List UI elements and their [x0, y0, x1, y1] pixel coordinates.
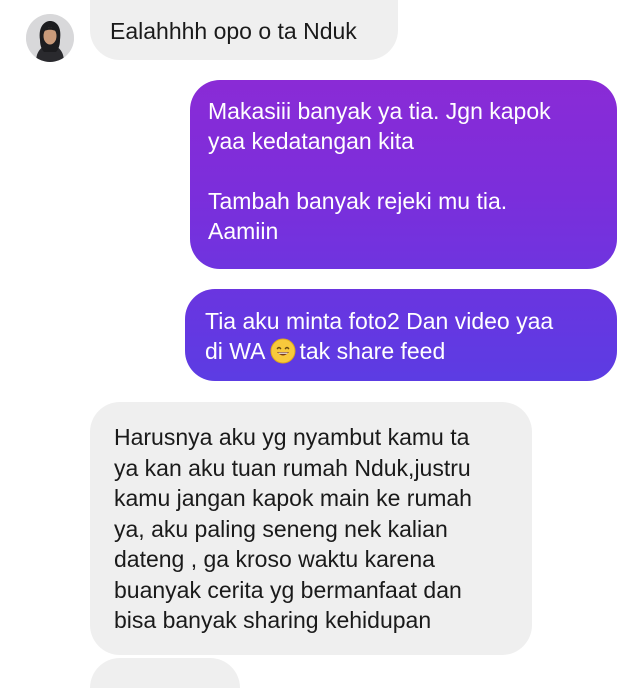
profile-photo-icon [26, 14, 74, 62]
chat-thread: Ealahhhh opo o ta Nduk Makasiii banyak y… [0, 0, 630, 688]
message-bubble-outgoing[interactable]: Makasiii banyak ya tia. Jgn kapok yaa ke… [190, 80, 617, 269]
message-bubble-incoming[interactable]: Harusnya aku yg nyambut kamu ta ya kan a… [90, 402, 532, 655]
contact-avatar[interactable] [26, 14, 74, 62]
message-bubble-incoming-partial[interactable] [90, 658, 240, 688]
message-text-after-emoji: tak share feed [299, 338, 446, 364]
grinning-face-icon [270, 338, 295, 364]
message-bubble-incoming[interactable]: Ealahhhh opo o ta Nduk [90, 0, 398, 60]
message-bubble-outgoing[interactable]: Tia aku minta foto2 Dan video yaa di WA … [185, 289, 617, 381]
